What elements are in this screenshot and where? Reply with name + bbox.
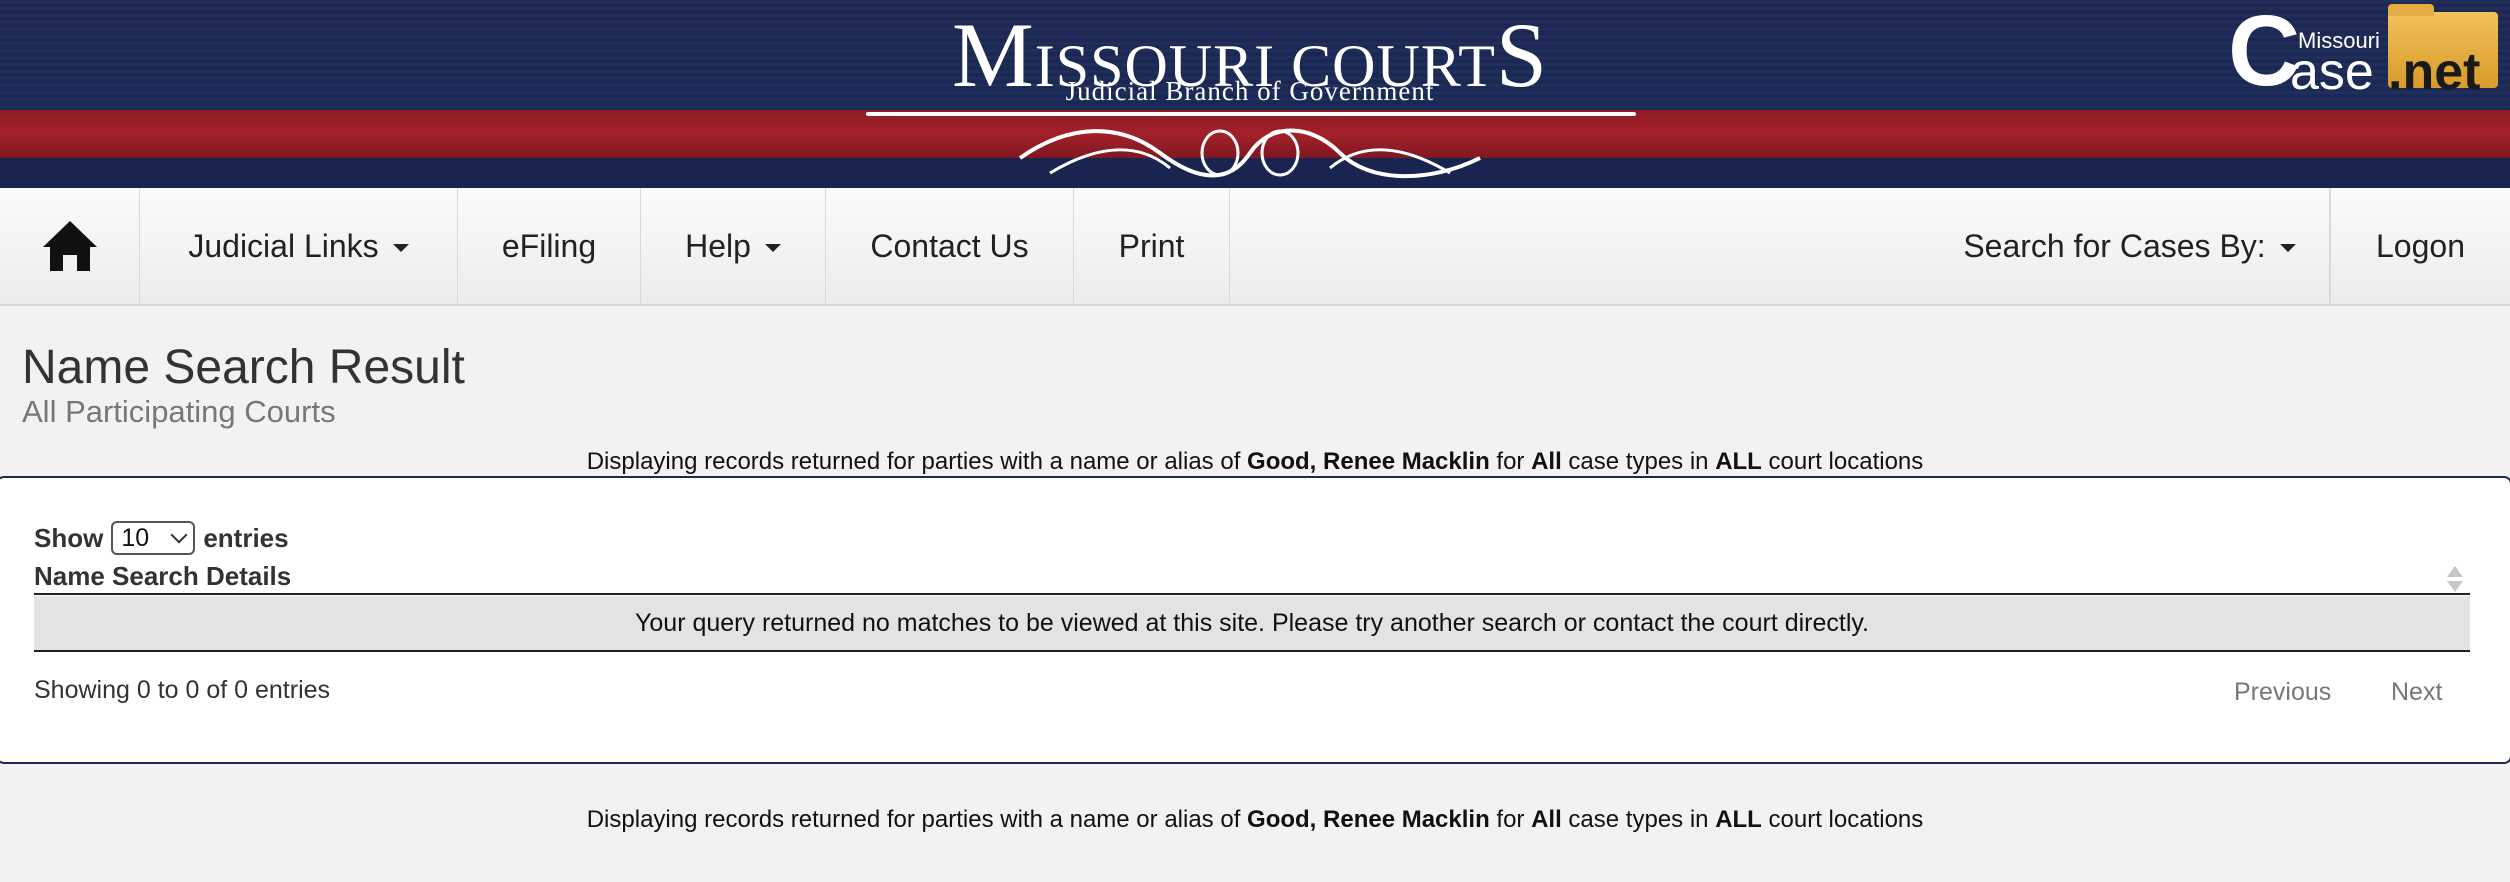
- nav-logon-link[interactable]: Logon: [2330, 188, 2510, 304]
- chevron-down-icon: [170, 526, 188, 544]
- logo-title-initial: M: [951, 4, 1035, 106]
- page-subtitle: All Participating Courts: [22, 394, 336, 429]
- nav-search-for-cases-dropdown[interactable]: Search for Cases By:: [1930, 188, 2330, 304]
- nav-contact-us-link[interactable]: Contact Us: [826, 188, 1074, 304]
- criteria-mid-1: for: [1489, 448, 1532, 475]
- nav-judicial-links-label: Judicial Links: [188, 227, 379, 264]
- criteria-case-types: All: [1531, 448, 1562, 475]
- caret-down-icon: [392, 244, 409, 252]
- search-criteria-summary-top: Displaying records returned for parties …: [0, 448, 2510, 476]
- sort-icon: [2447, 566, 2463, 592]
- entries-label: entries: [203, 522, 289, 553]
- entries-per-page-select[interactable]: 10: [111, 521, 196, 555]
- criteria-prefix: Displaying records returned for parties …: [586, 448, 1248, 475]
- logo-subtitle: Judicial Branch of Government: [1065, 76, 1435, 106]
- caret-down-icon: [2279, 244, 2296, 252]
- criteria-name: Good, Renee Macklin: [1247, 806, 1490, 833]
- nav-logon-label: Logon: [2376, 227, 2465, 264]
- criteria-suffix: court locations: [1761, 806, 1924, 833]
- entries-length-control: Show 10 entries: [34, 518, 289, 558]
- caret-down-icon: [764, 244, 781, 252]
- logo-title-final: S: [1495, 4, 1549, 106]
- criteria-suffix: court locations: [1761, 448, 1924, 475]
- nav-print-link[interactable]: Print: [1074, 188, 1230, 304]
- no-results-row: Your query returned no matches to be vie…: [34, 596, 2470, 652]
- criteria-mid-2: case types in: [1561, 448, 1716, 475]
- logo-scroll-ornament: [1018, 128, 1481, 179]
- show-label: Show: [34, 522, 104, 553]
- nav-efiling-label: eFiling: [501, 227, 597, 264]
- casenet-logo-ase: ase: [2290, 43, 2374, 101]
- table-info: Showing 0 to 0 of 0 entries: [34, 676, 331, 704]
- home-icon: [42, 221, 97, 271]
- main-navbar: Judicial Links eFiling Help Contact Us P…: [0, 188, 2510, 306]
- nav-contact-us-label: Contact Us: [870, 227, 1029, 264]
- nav-home-button[interactable]: [0, 188, 140, 304]
- column-header-label: Name Search Details: [34, 561, 292, 591]
- column-header-name-search-details[interactable]: Name Search Details: [34, 561, 2470, 595]
- criteria-mid-2: case types in: [1561, 806, 1716, 833]
- no-results-message: Your query returned no matches to be vie…: [635, 608, 1869, 637]
- criteria-locations: ALL: [1715, 806, 1762, 833]
- casenet-logo[interactable]: C Missouri ase .net: [2228, 0, 2498, 107]
- nav-print-label: Print: [1118, 227, 1185, 264]
- pagination-next-button[interactable]: Next: [2391, 678, 2442, 707]
- nav-judicial-links-dropdown[interactable]: Judicial Links: [140, 188, 458, 304]
- criteria-locations: ALL: [1715, 448, 1762, 475]
- criteria-mid-1: for: [1489, 806, 1532, 833]
- nav-help-dropdown[interactable]: Help: [641, 188, 826, 304]
- page-title: Name Search Result: [22, 341, 465, 394]
- header-banner: MISSOURI COURTS Judicial Branch of Gover…: [0, 0, 2510, 188]
- criteria-name: Good, Renee Macklin: [1247, 448, 1490, 475]
- nav-efiling-link[interactable]: eFiling: [458, 188, 641, 304]
- pagination-previous-button[interactable]: Previous: [2234, 678, 2331, 707]
- nav-search-for-cases-label: Search for Cases By:: [1963, 227, 2266, 264]
- entries-per-page-value: 10: [121, 523, 150, 552]
- criteria-prefix: Displaying records returned for parties …: [586, 806, 1248, 833]
- search-criteria-summary-bottom: Displaying records returned for parties …: [0, 806, 2510, 834]
- logo-rule: [866, 112, 1636, 116]
- casenet-logo-net: .net: [2388, 43, 2481, 101]
- nav-help-label: Help: [685, 227, 751, 264]
- missouri-courts-logo[interactable]: MISSOURI COURTS Judicial Branch of Gover…: [860, 9, 1640, 184]
- criteria-case-types: All: [1531, 806, 1562, 833]
